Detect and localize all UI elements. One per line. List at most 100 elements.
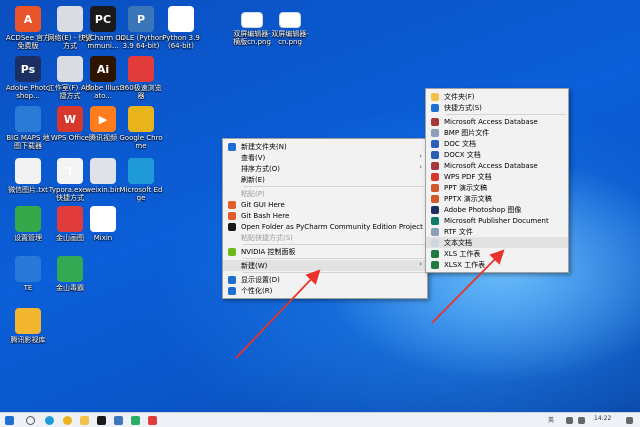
menu-item-e[interactable]: 刷新(E): [223, 174, 427, 185]
menu-item-label: DOCX 文档: [444, 150, 481, 159]
new-item-microsoft-publisher-document[interactable]: Microsoft Publisher Document: [426, 215, 568, 226]
new-item-wps-pdf[interactable]: WPS PDF 文档: [426, 171, 568, 182]
desktop-icon[interactable]: 微信图片.txt: [5, 158, 51, 194]
desktop-icon-label: Mixin: [93, 234, 113, 242]
app-icon: [90, 158, 116, 184]
desktop-icon-label: 金山毒霸: [56, 284, 84, 292]
menu-item-open-folder-as-pycharm-community-edition-project[interactable]: Open Folder as PyCharm Community Edition…: [223, 221, 427, 232]
new-item-s[interactable]: 快捷方式(S): [426, 102, 568, 113]
menu-item-label: Microsoft Publisher Document: [444, 216, 549, 225]
xls-icon: [431, 250, 439, 258]
desktop-icon-label: Adobe Photoshop...: [5, 84, 51, 100]
taskbar: 英 14:22: [0, 412, 640, 427]
edge-icon[interactable]: [45, 416, 54, 425]
pycharm-icon[interactable]: [97, 416, 106, 425]
desktop-icon[interactable]: Python 3.9 (64-bit): [158, 6, 204, 50]
docx-icon: [431, 151, 439, 159]
png-file[interactable]: 双屏编辑器-横版cn.png: [232, 12, 272, 46]
desktop-icon-label: 360极速浏览器: [120, 84, 162, 100]
new-item-xlsx[interactable]: XLSX 工作表: [426, 259, 568, 270]
desktop-icon-label: ACDSee 官方免费版: [5, 34, 51, 50]
new-item-microsoft-access-database[interactable]: Microsoft Access Database: [426, 160, 568, 171]
desktop-icon-label: Microsoft Edge: [119, 186, 163, 202]
desktop-icon[interactable]: Google Chrome: [118, 106, 164, 150]
new-item-microsoft-access-database[interactable]: Microsoft Access Database: [426, 116, 568, 127]
menu-item-label: 粘贴快捷方式(S): [241, 233, 293, 242]
search-icon[interactable]: [26, 416, 35, 425]
explorer-icon[interactable]: [80, 416, 89, 425]
new-item-docx[interactable]: DOCX 文档: [426, 149, 568, 160]
chevron-right-icon: ›: [419, 163, 422, 171]
chrome-icon[interactable]: [63, 416, 72, 425]
png-file[interactable]: 双屏编辑器-cn.png: [270, 12, 310, 46]
desktop-icon[interactable]: 设置管理: [5, 206, 51, 242]
desktop-icon[interactable]: TE: [5, 256, 51, 292]
clock[interactable]: 14:22: [594, 415, 611, 422]
pycharm-icon: [228, 223, 236, 231]
new-item-bmp[interactable]: BMP 图片文件: [426, 127, 568, 138]
menu-item-s: 粘贴快捷方式(S): [223, 232, 427, 243]
desktop-icon[interactable]: BIG MAPS 地图下载器: [5, 106, 51, 150]
desktop-icon[interactable]: A ACDSee 官方免费版: [5, 6, 51, 50]
menu-item-label: WPS PDF 文档: [444, 172, 492, 181]
python-icon[interactable]: [114, 416, 123, 425]
desktop-icon[interactable]: 金山毒霸: [47, 256, 93, 292]
menu-item-v[interactable]: 查看(V) ›: [223, 152, 427, 163]
menu-item-label: Microsoft Access Database: [444, 161, 538, 170]
menu-item-label: PPTX 演示文稿: [444, 194, 492, 203]
menu-item-label: 快捷方式(S): [444, 103, 482, 112]
display-icon: [228, 276, 236, 284]
input-method-indicator[interactable]: 英: [548, 415, 554, 424]
menu-item-label: 查看(V): [241, 153, 266, 162]
new-item-adobe-photoshop[interactable]: Adobe Photoshop 图像: [426, 204, 568, 215]
desktop-icon-label: Python 3.9 (64-bit): [162, 34, 200, 50]
menu-item-git-bash-here[interactable]: Git Bash Here: [223, 210, 427, 221]
new-item-f[interactable]: 文件夹(F): [426, 91, 568, 102]
image-thumbnail-icon: [241, 12, 263, 28]
desktop-icon[interactable]: 360极速浏览器: [118, 56, 164, 100]
menu-separator: [243, 244, 425, 245]
new-item-doc[interactable]: DOC 文档: [426, 138, 568, 149]
menu-item-nvidia[interactable]: NVIDIA 控制面板: [223, 246, 427, 257]
desktop-icon-label: Google Chrome: [119, 134, 163, 150]
menu-item-git-gui-here[interactable]: Git GUI Here: [223, 199, 427, 210]
xlsx-icon: [431, 261, 439, 269]
bmp-icon: [431, 129, 439, 137]
notification-icon[interactable]: [626, 417, 633, 424]
menu-item-label: Adobe Photoshop 图像: [444, 205, 522, 214]
network-icon[interactable]: [566, 417, 573, 424]
desktop-icon[interactable]: Mixin: [80, 206, 126, 242]
menu-item-label: Open Folder as PyCharm Community Edition…: [241, 222, 423, 231]
menu-item-p: 粘贴(P): [223, 188, 427, 199]
menu-item-w[interactable]: 新建(W) ›: [223, 260, 427, 271]
desktop-icon[interactable]: Microsoft Edge: [118, 158, 164, 202]
volume-icon[interactable]: [578, 417, 585, 424]
start-icon[interactable]: [5, 416, 14, 425]
new-item-item[interactable]: 文本文档: [426, 237, 568, 248]
new-item-pptx[interactable]: PPTX 演示文稿: [426, 193, 568, 204]
new-submenu: 文件夹(F) 快捷方式(S) Microsoft Access Database BM…: [425, 88, 569, 273]
menu-item-r[interactable]: 个性化(R): [223, 285, 427, 296]
file-label: 双屏编辑器-cn.png: [271, 30, 309, 46]
new-item-rtf[interactable]: RTF 文件: [426, 226, 568, 237]
desktop-icon[interactable]: 腾讯影视库: [5, 308, 51, 344]
app-icon: A: [15, 6, 41, 32]
wechat-icon[interactable]: [131, 416, 140, 425]
menu-item-d[interactable]: 显示设置(D): [223, 274, 427, 285]
app-icon: [57, 256, 83, 282]
menu-item-label: XLSX 工作表: [444, 260, 486, 269]
desktop-icon[interactable]: Ps Adobe Photoshop...: [5, 56, 51, 100]
menu-item-label: 排序方式(O): [241, 164, 280, 173]
menu-item-label: DOC 文档: [444, 139, 477, 148]
image-thumbnail-icon: [279, 12, 301, 28]
shortcut-icon: [431, 104, 439, 112]
git-icon: [228, 212, 236, 220]
app-icon[interactable]: [148, 416, 157, 425]
new-item-ppt[interactable]: PPT 演示文稿: [426, 182, 568, 193]
new-item-xls[interactable]: XLS 工作表: [426, 248, 568, 259]
menu-item-label: RTF 文件: [444, 227, 473, 236]
menu-item-o[interactable]: 排序方式(O) ›: [223, 163, 427, 174]
app-icon: Ai: [90, 56, 116, 82]
menu-item-n[interactable]: 新建文件夹(N): [223, 141, 427, 152]
access-icon: [431, 118, 439, 126]
